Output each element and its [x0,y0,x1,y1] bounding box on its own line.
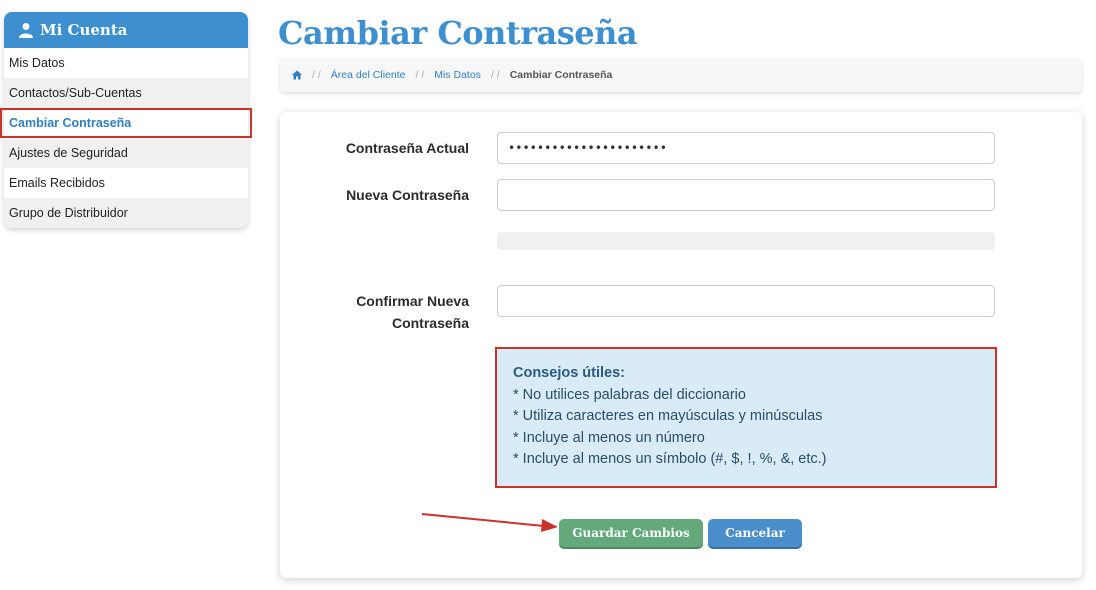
cancel-button[interactable]: Cancelar [708,519,802,547]
sidebar-item-label: Emails Recibidos [9,176,105,190]
confirm-password-field[interactable] [497,285,995,317]
arrow-annotation-icon [421,513,558,532]
sidebar-header: Mi Cuenta [4,12,248,48]
sidebar-item-label: Contactos/Sub-Cuentas [9,86,142,100]
confirm-password-label-line1: Confirmar Nueva [356,293,469,309]
new-password-label: Nueva Contraseña [346,187,469,203]
page-title: Cambiar Contraseña [278,14,638,52]
tip-item: * Incluye al menos un número [513,429,705,446]
current-password-field[interactable] [497,132,995,164]
sidebar-item-ajustes-seguridad[interactable]: Ajustes de Seguridad [4,138,248,168]
sidebar-item-label: Cambiar Contraseña [9,116,132,130]
breadcrumb-link-area-cliente[interactable]: Área del Cliente [331,69,406,81]
tips-title: Consejos útiles: [513,365,625,381]
new-password-field[interactable] [497,179,995,211]
user-icon [18,22,34,38]
current-password-label: Contraseña Actual [345,140,469,156]
tip-item: * Incluye al menos un símbolo (#, $, !, … [513,451,827,467]
sidebar-item-contactos[interactable]: Contactos/Sub-Cuentas [4,78,248,108]
tip-item: * Utiliza caracteres en mayúsculas y min… [513,408,823,424]
breadcrumb: / / Área del Cliente / / Mis Datos / / C… [280,58,1082,92]
breadcrumb-separator: / / [490,69,500,81]
sidebar-item-cambiar-contrasena[interactable]: Cambiar Contraseña [0,108,252,138]
breadcrumb-current: Cambiar Contraseña [509,69,613,81]
sidebar-menu: Mis Datos Contactos/Sub-Cuentas Cambiar … [0,48,252,228]
tip-item: * No utilices palabras del diccionario [513,386,746,403]
save-changes-button[interactable]: Guardar Cambios [559,519,703,547]
confirm-password-label-line2: Contraseña [391,315,469,331]
sidebar-item-mis-datos[interactable]: Mis Datos [4,48,248,78]
confirm-password-label: Confirmar Nueva Contraseña [356,290,469,334]
home-icon[interactable] [292,70,302,80]
breadcrumb-separator: / / [312,69,321,81]
sidebar-item-label: Grupo de Distribuidor [9,206,128,220]
account-sidebar: Mi Cuenta Mis Datos Contactos/Sub-Cuenta… [0,12,252,228]
sidebar-title: Mi Cuenta [40,21,128,39]
sidebar-item-emails-recibidos[interactable]: Emails Recibidos [4,168,248,198]
breadcrumb-separator: / / [415,69,425,81]
change-password-panel: Contraseña Actual Nueva Contraseña Confi… [280,112,1082,578]
password-tips-box: Consejos útiles: * No utilices palabras … [495,347,997,488]
password-strength-bar [497,232,995,250]
sidebar-item-label: Ajustes de Seguridad [9,146,128,160]
breadcrumb-link-mis-datos[interactable]: Mis Datos [434,69,481,81]
sidebar-item-grupo-distribuidor[interactable]: Grupo de Distribuidor [4,198,248,228]
sidebar-item-label: Mis Datos [9,56,65,70]
